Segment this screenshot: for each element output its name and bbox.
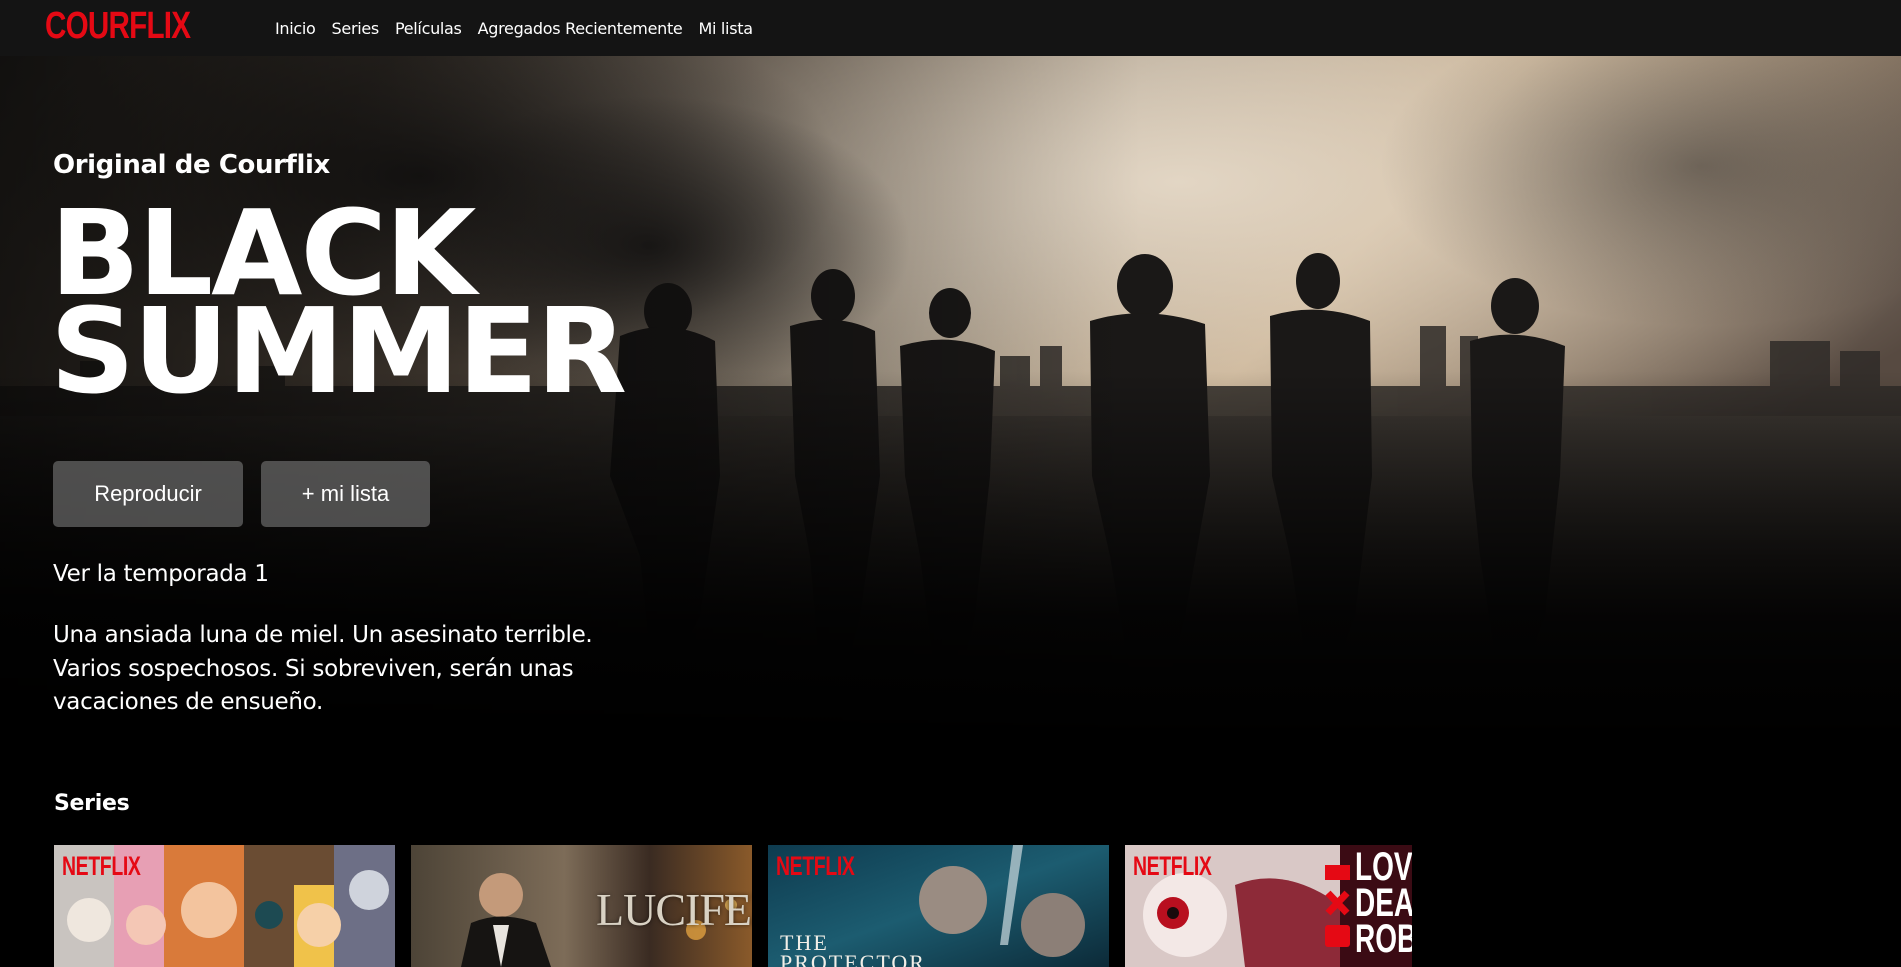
nav-item-peliculas[interactable]: Películas xyxy=(395,19,462,38)
title-card[interactable]: NETFLIX THE PROTECTOR xyxy=(768,845,1109,967)
hero-title: BLACK SUMMER xyxy=(50,194,690,420)
add-to-list-button[interactable]: + mi lista xyxy=(261,461,430,527)
hero-title-line-2: SUMMER xyxy=(50,282,627,420)
nav-item-mi-lista[interactable]: Mi lista xyxy=(698,19,753,38)
netflix-badge: NETFLIX xyxy=(1133,851,1212,881)
hero-synopsis: Una ansiada luna de miel. Un asesinato t… xyxy=(53,622,593,715)
row-title-series: Series xyxy=(54,791,130,816)
main-nav: Inicio Series Películas Agregados Recien… xyxy=(275,0,753,56)
title-card-logo: LOV DEA ROB xyxy=(1355,845,1412,961)
hero-season: Ver la temporada 1 xyxy=(53,561,269,587)
title-card[interactable]: NETFLIX LOV DEA ROB xyxy=(1125,845,1412,967)
courflix-logo[interactable]: COURFLIX xyxy=(45,2,191,50)
title-card[interactable]: LUCIFER xyxy=(411,845,752,967)
title-card-logo: LUCIFER xyxy=(596,884,752,935)
hero-actions: Reproducir + mi lista xyxy=(53,461,430,527)
hero-banner: Original de Courflix BLACK SUMMER Reprod… xyxy=(0,56,1901,756)
series-row: NETFLIX LUCIFER xyxy=(54,845,1412,967)
play-button[interactable]: Reproducir xyxy=(53,461,243,527)
hero-kicker: Original de Courflix xyxy=(53,150,330,180)
netflix-badge: NETFLIX xyxy=(62,851,141,881)
nav-item-inicio[interactable]: Inicio xyxy=(275,19,316,38)
top-navbar: COURFLIX Inicio Series Películas Agregad… xyxy=(0,0,1901,56)
title-card-logo: THE PROTECTOR xyxy=(780,930,926,967)
nav-item-agregados-recientemente[interactable]: Agregados Recientemente xyxy=(478,19,683,38)
nav-item-series[interactable]: Series xyxy=(332,19,380,38)
netflix-badge: NETFLIX xyxy=(776,851,855,881)
title-card[interactable]: NETFLIX xyxy=(54,845,395,967)
